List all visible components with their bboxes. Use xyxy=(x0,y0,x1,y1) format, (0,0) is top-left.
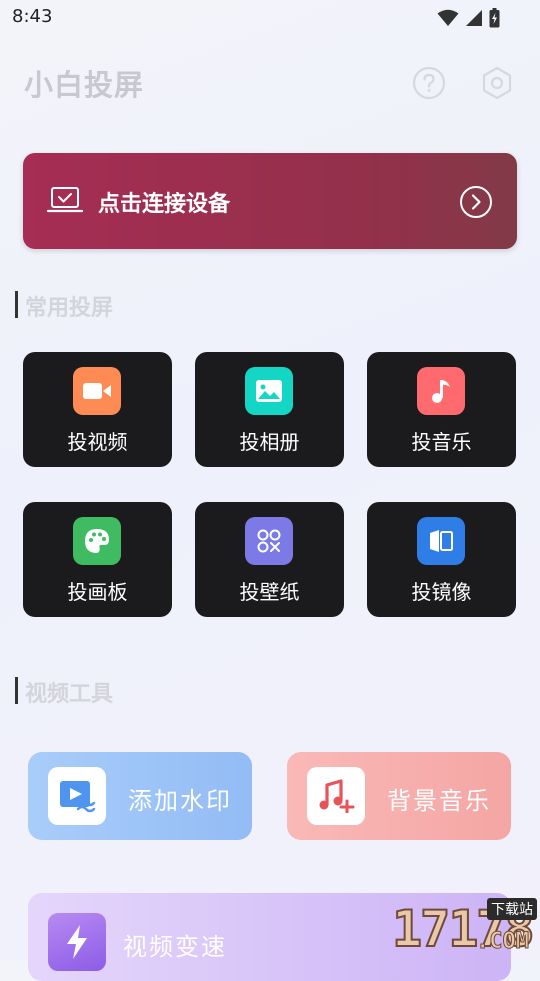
watermark-icon xyxy=(48,767,106,825)
section-marker xyxy=(15,291,18,318)
tile-cast-mirror[interactable]: 投镜像 xyxy=(367,502,516,617)
battery-icon xyxy=(489,8,500,28)
laptop-check-icon xyxy=(47,187,83,213)
site-watermark: 17178 .COM 下载站 xyxy=(308,894,540,960)
mirror-icon xyxy=(417,517,465,565)
status-icons xyxy=(437,8,500,28)
wifi-icon xyxy=(437,9,459,26)
tile-cast-album[interactable]: 投相册 xyxy=(195,352,344,467)
tile-label: 投视频 xyxy=(67,430,128,454)
palette-icon xyxy=(73,517,121,565)
background-music-button[interactable]: 背景音乐 xyxy=(287,752,511,840)
tile-cast-music[interactable]: 投音乐 xyxy=(367,352,516,467)
tile-cast-drawing-board[interactable]: 投画板 xyxy=(23,502,172,617)
page-title: 小白投屏 xyxy=(24,68,145,102)
help-icon[interactable] xyxy=(412,66,446,100)
tool-label: 背景音乐 xyxy=(387,787,491,815)
section-marker xyxy=(15,677,18,704)
add-watermark-button[interactable]: 添加水印 xyxy=(28,752,252,840)
tile-cast-wallpaper[interactable]: 投壁纸 xyxy=(195,502,344,617)
tool-label: 视频变速 xyxy=(123,933,227,961)
section-title-common: 常用投屏 xyxy=(25,296,114,321)
music-note-icon xyxy=(417,367,465,415)
watermark-suffix: .COM xyxy=(476,929,530,955)
tile-label: 投相册 xyxy=(239,430,300,454)
signal-icon xyxy=(466,10,482,26)
tile-label: 投壁纸 xyxy=(239,580,300,604)
add-music-icon xyxy=(307,767,365,825)
tile-cast-video[interactable]: 投视频 xyxy=(23,352,172,467)
chevron-right-circle-icon xyxy=(460,186,492,218)
settings-icon[interactable] xyxy=(480,66,514,100)
watermark-badge: 下载站 xyxy=(487,898,537,920)
image-icon xyxy=(245,367,293,415)
connect-label: 点击连接设备 xyxy=(98,192,231,217)
connect-device-button[interactable]: 点击连接设备 xyxy=(23,153,517,249)
tile-label: 投画板 xyxy=(67,580,128,604)
status-time: 8:43 xyxy=(12,6,53,27)
status-bar: 8:43 xyxy=(0,0,540,36)
tile-label: 投音乐 xyxy=(411,430,472,454)
section-title-tools: 视频工具 xyxy=(25,682,114,707)
tool-label: 添加水印 xyxy=(128,787,232,815)
video-camera-icon xyxy=(73,367,121,415)
lightning-icon xyxy=(48,913,106,971)
grid-icon xyxy=(245,517,293,565)
tile-label: 投镜像 xyxy=(411,580,472,604)
